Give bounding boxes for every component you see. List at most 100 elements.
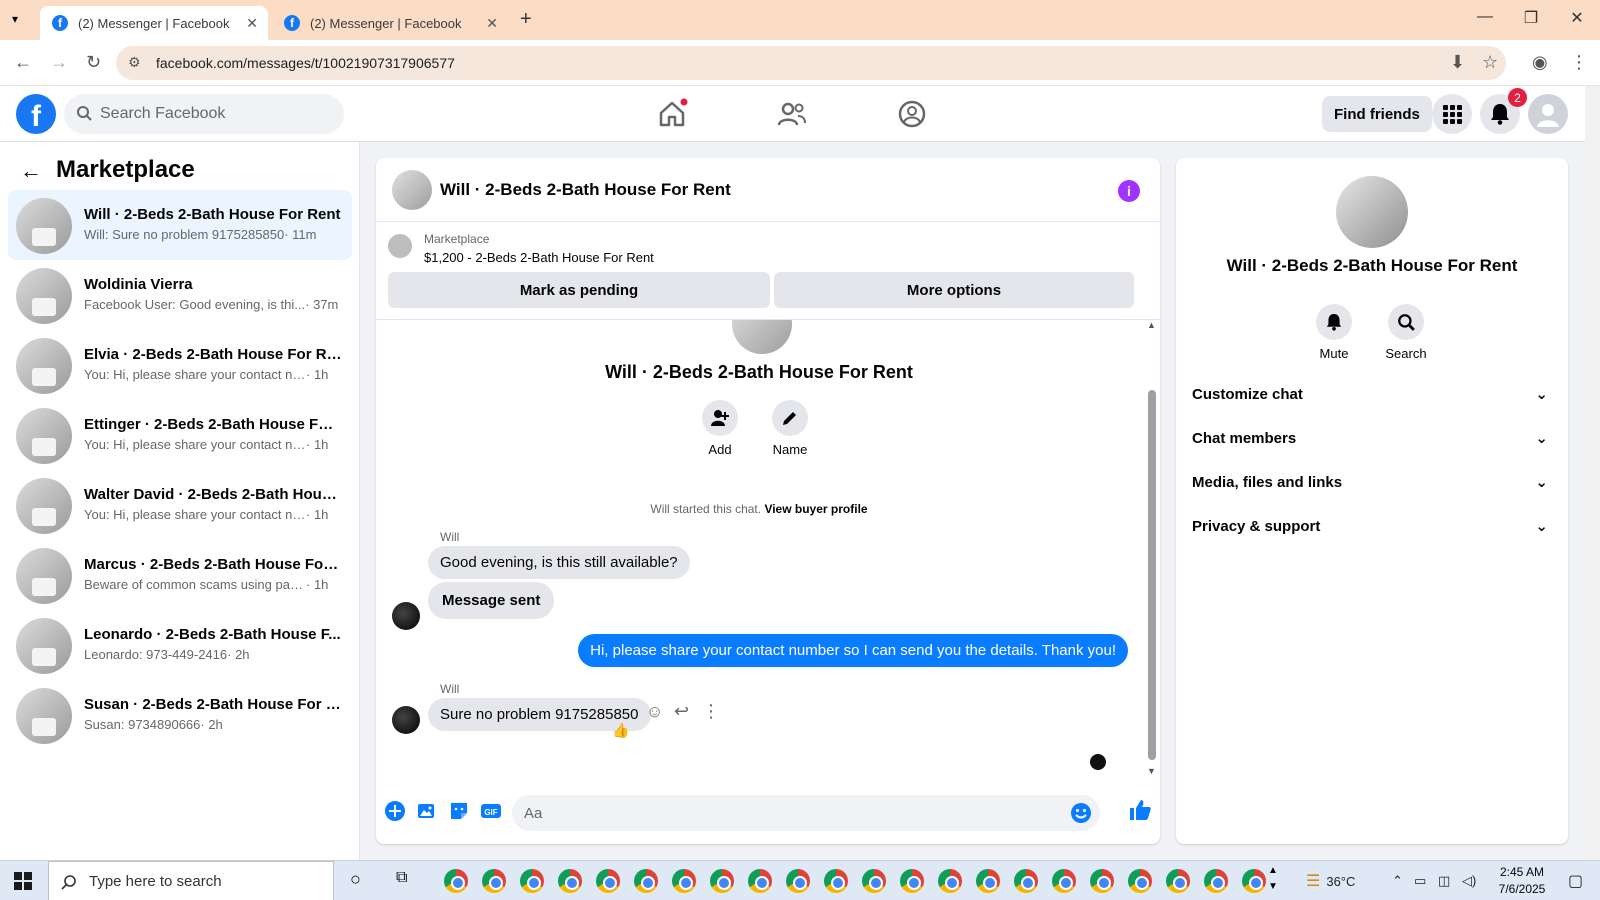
search-in-chat-button[interactable]: Search — [1376, 304, 1436, 361]
info-avatar[interactable] — [1336, 176, 1408, 248]
volume-icon[interactable]: ◁) — [1462, 861, 1476, 900]
close-tab-icon[interactable]: ✕ — [246, 15, 258, 32]
react-emoji-icon[interactable]: ☺ — [646, 702, 663, 722]
message-input[interactable]: Aa — [512, 795, 1100, 831]
page-scrollbar[interactable] — [1585, 86, 1600, 860]
conversation-item[interactable]: Will · 2-Beds 2-Bath House For Rent Will… — [8, 190, 352, 260]
chrome-taskbar-icon[interactable] — [634, 869, 658, 893]
view-buyer-profile-link[interactable]: View buyer profile — [764, 502, 867, 516]
browser-tab[interactable]: f (2) Messenger | Facebook ✕ — [272, 6, 508, 40]
conversation-item[interactable]: Susan · 2-Beds 2-Bath House For R... Sus… — [8, 680, 352, 750]
customize-chat-section[interactable]: Customize chat ⌄ — [1192, 376, 1552, 412]
media-files-links-section[interactable]: Media, files and links ⌄ — [1192, 464, 1552, 500]
more-actions-icon[interactable]: ⋮ — [702, 701, 720, 722]
emoji-icon[interactable] — [1070, 802, 1092, 824]
url-field[interactable]: ⚙ facebook.com/messages/t/10021907317906… — [116, 46, 1506, 80]
network-icon[interactable]: ▭ — [1414, 861, 1426, 900]
close-tab-icon[interactable]: ✕ — [486, 15, 498, 32]
tray-expand-icon[interactable]: ⌃ — [1392, 861, 1403, 900]
friends-icon[interactable] — [776, 98, 808, 130]
menu-grid-button[interactable] — [1432, 94, 1472, 134]
facebook-search-input[interactable]: Search Facebook — [64, 94, 344, 134]
info-icon[interactable]: i — [1118, 180, 1140, 202]
more-options-button[interactable]: More options — [774, 272, 1134, 308]
scroll-up-icon[interactable]: ▲ — [1147, 320, 1156, 330]
message-list[interactable]: Will · 2-Beds 2-Bath House For Rent Add … — [376, 320, 1160, 780]
scroll-thumb[interactable] — [1148, 390, 1156, 760]
taskbar-overflow-icon[interactable]: ▲ ▼ — [1268, 863, 1278, 895]
tab-list-icon[interactable]: ▾ — [12, 12, 18, 26]
gif-icon[interactable]: GIF — [480, 800, 502, 822]
cortana-icon[interactable]: ○ — [350, 869, 361, 890]
chrome-taskbar-icon[interactable] — [672, 869, 696, 893]
incoming-message[interactable]: Message sent — [428, 582, 555, 619]
notification-center-icon[interactable]: ▢ — [1568, 861, 1583, 900]
reload-icon[interactable]: ↻ — [86, 52, 101, 73]
chrome-taskbar-icon[interactable] — [482, 869, 506, 893]
conversation-item[interactable]: Elvia · 2-Beds 2-Bath House For Rent You… — [8, 330, 352, 400]
facebook-logo-icon[interactable]: f — [16, 94, 56, 134]
chrome-taskbar-icon[interactable] — [1166, 869, 1190, 893]
listing-title[interactable]: $1,200 - 2-Beds 2-Bath House For Rent — [424, 250, 654, 265]
conversation-item[interactable]: Walter David · 2-Beds 2-Bath Hous... You… — [8, 470, 352, 540]
add-people-button[interactable]: Add — [690, 400, 750, 457]
site-info-icon[interactable]: ⚙ — [128, 54, 141, 71]
profile-icon[interactable]: ◉ — [1532, 52, 1548, 73]
chrome-taskbar-icon[interactable] — [1128, 869, 1152, 893]
chrome-taskbar-icon[interactable] — [558, 869, 582, 893]
bookmark-star-icon[interactable]: ☆ — [1482, 52, 1498, 73]
message-scrollbar[interactable]: ▲ ▼ — [1147, 320, 1156, 780]
install-app-icon[interactable]: ⬇ — [1450, 52, 1465, 73]
back-icon[interactable]: ← — [14, 52, 32, 73]
mute-button[interactable]: Mute — [1304, 304, 1364, 361]
privacy-support-section[interactable]: Privacy & support ⌄ — [1192, 508, 1552, 544]
browser-tab-active[interactable]: f (2) Messenger | Facebook ✕ — [40, 6, 268, 40]
windows-start-icon[interactable] — [14, 872, 32, 890]
chrome-taskbar-icon[interactable] — [596, 869, 620, 893]
mark-as-pending-button[interactable]: Mark as pending — [388, 272, 770, 308]
task-view-icon[interactable]: ⧉ — [396, 869, 407, 887]
restore-icon[interactable]: ❐ — [1508, 8, 1554, 28]
chrome-taskbar-icon[interactable] — [976, 869, 1000, 893]
clock[interactable]: 2:45 AM 7/6/2025 — [1492, 864, 1552, 898]
sender-avatar[interactable] — [392, 602, 420, 630]
home-icon[interactable] — [656, 98, 688, 130]
like-thumb-icon[interactable] — [1128, 798, 1152, 822]
meet-icon[interactable]: ◫ — [1438, 861, 1450, 900]
plus-circle-icon[interactable] — [384, 800, 406, 822]
photo-icon[interactable] — [416, 800, 438, 822]
chrome-taskbar-icon[interactable] — [900, 869, 924, 893]
chrome-taskbar-icon[interactable] — [1204, 869, 1228, 893]
chrome-taskbar-icon[interactable] — [786, 869, 810, 893]
conversation-item[interactable]: Woldinia Vierra Facebook User: Good even… — [8, 260, 352, 330]
chrome-taskbar-icon[interactable] — [520, 869, 544, 893]
chrome-taskbar-icon[interactable] — [1014, 869, 1038, 893]
reply-icon[interactable]: ↩ — [674, 701, 689, 722]
minimize-icon[interactable]: — — [1462, 8, 1508, 26]
chrome-taskbar-icon[interactable] — [1090, 869, 1114, 893]
chrome-taskbar-icon[interactable] — [938, 869, 962, 893]
conversation-item[interactable]: Leonardo · 2-Beds 2-Bath House F... Leon… — [8, 610, 352, 680]
chat-title[interactable]: Will · 2-Beds 2-Bath House For Rent — [440, 180, 731, 200]
chrome-taskbar-icon[interactable] — [862, 869, 886, 893]
chrome-taskbar-icon[interactable] — [748, 869, 772, 893]
find-friends-button[interactable]: Find friends — [1322, 96, 1432, 132]
conversation-item[interactable]: Ettinger · 2-Beds 2-Bath House For... Yo… — [8, 400, 352, 470]
thumbs-up-reaction[interactable]: 👍 — [612, 722, 629, 739]
chrome-taskbar-icon[interactable] — [1242, 869, 1266, 893]
chrome-taskbar-icon[interactable] — [824, 869, 848, 893]
chrome-taskbar-icon[interactable] — [710, 869, 734, 893]
chat-avatar[interactable] — [392, 170, 432, 210]
back-arrow-icon[interactable]: ← — [20, 158, 42, 184]
sticker-icon[interactable] — [448, 800, 470, 822]
conversation-item[interactable]: Marcus · 2-Beds 2-Bath House For ... Bew… — [8, 540, 352, 610]
new-tab-icon[interactable]: + — [520, 8, 532, 31]
name-chat-button[interactable]: Name — [760, 400, 820, 457]
groups-icon[interactable] — [896, 98, 928, 130]
incoming-message[interactable]: Good evening, is this still available? — [428, 546, 690, 579]
outgoing-message[interactable]: Hi, please share your contact number so … — [578, 634, 1128, 667]
close-window-icon[interactable]: ✕ — [1554, 8, 1600, 28]
weather-widget[interactable]: ☰ 36°C — [1306, 861, 1355, 900]
account-avatar[interactable] — [1528, 94, 1568, 134]
chat-members-section[interactable]: Chat members ⌄ — [1192, 420, 1552, 456]
